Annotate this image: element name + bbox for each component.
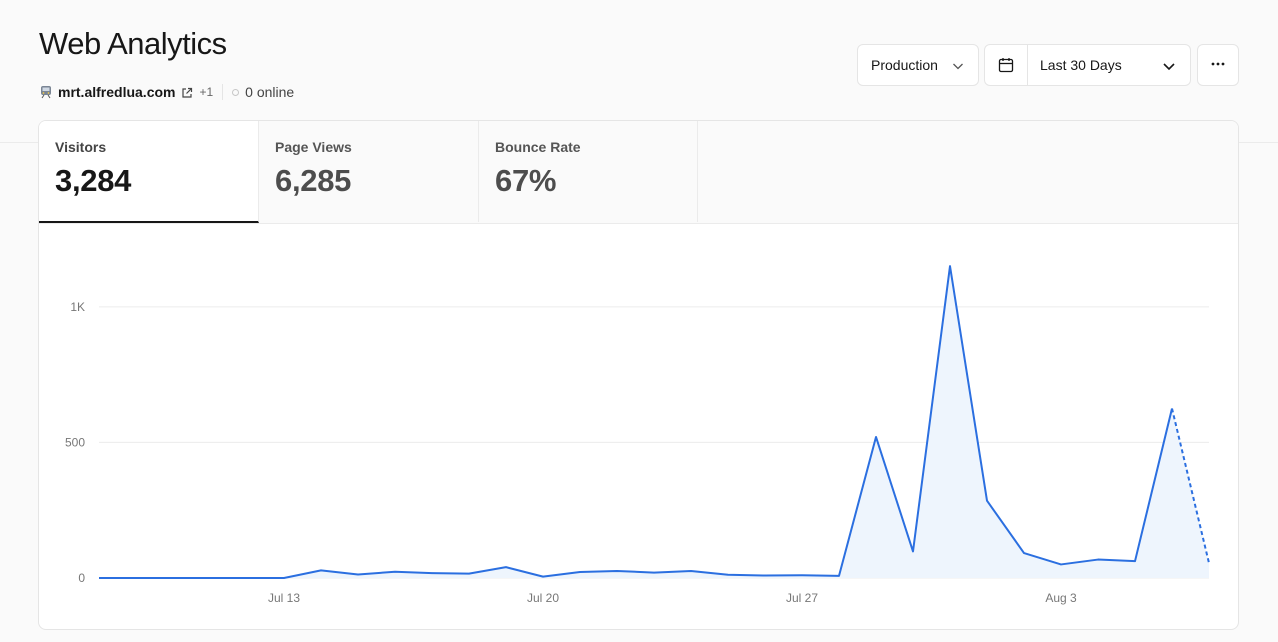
- x-tick-label: Jul 20: [527, 591, 559, 605]
- tab-value: 3,284: [55, 163, 132, 198]
- more-options-button[interactable]: [1197, 44, 1239, 86]
- visitors-chart: 0 500 1K Jul 13 Jul 20 Jul 27 Aug 3: [65, 265, 1210, 605]
- tab-visitors[interactable]: Visitors 3,284: [39, 121, 259, 223]
- environment-select[interactable]: Production: [857, 44, 979, 86]
- web-analytics-page: Web Analytics mrt.alfredlua.com +1 0 onl…: [0, 0, 1278, 642]
- y-tick-label: 0: [78, 571, 85, 585]
- page-title: Web Analytics: [39, 26, 227, 61]
- site-info: mrt.alfredlua.com +1 0 online: [39, 82, 294, 102]
- tab-label: Visitors: [55, 139, 107, 155]
- extra-sites-badge[interactable]: +1: [199, 85, 213, 99]
- y-tick-label: 500: [65, 435, 85, 449]
- site-domain-link[interactable]: mrt.alfredlua.com: [58, 84, 175, 100]
- date-range-select[interactable]: Last 30 Days: [984, 44, 1191, 86]
- tab-label: Page Views: [275, 139, 352, 155]
- external-link-icon[interactable]: [181, 86, 193, 98]
- date-range-label: Last 30 Days: [1040, 57, 1122, 73]
- calendar-icon[interactable]: [985, 45, 1028, 85]
- tab-value: 67%: [495, 163, 557, 198]
- tab-page-views[interactable]: Page Views 6,285: [259, 121, 479, 222]
- series-line: [99, 265, 1173, 579]
- series-area: [99, 266, 1209, 578]
- y-tick-label: 1K: [70, 300, 85, 314]
- more-horizontal-icon: [1210, 56, 1226, 75]
- chevron-down-icon: [1161, 58, 1177, 77]
- analytics-card: Visitors 3,284 Page Views 6,285 Bounce R…: [38, 120, 1239, 630]
- tab-value: 6,285: [275, 163, 352, 198]
- x-tick-label: Jul 27: [786, 591, 818, 605]
- subline-separator: [222, 84, 224, 100]
- metric-tabs: Visitors 3,284 Page Views 6,285 Bounce R…: [39, 121, 1238, 224]
- tab-bounce-rate[interactable]: Bounce Rate 67%: [479, 121, 698, 222]
- online-count: 0 online: [245, 84, 295, 100]
- tab-label: Bounce Rate: [495, 139, 581, 155]
- site-favicon-icon: [39, 85, 53, 99]
- x-tick-label: Jul 13: [268, 591, 300, 605]
- online-status-dot: [232, 88, 240, 96]
- x-tick-label: Aug 3: [1045, 591, 1077, 605]
- environment-label: Production: [871, 57, 938, 73]
- chevron-down-icon: [951, 59, 965, 76]
